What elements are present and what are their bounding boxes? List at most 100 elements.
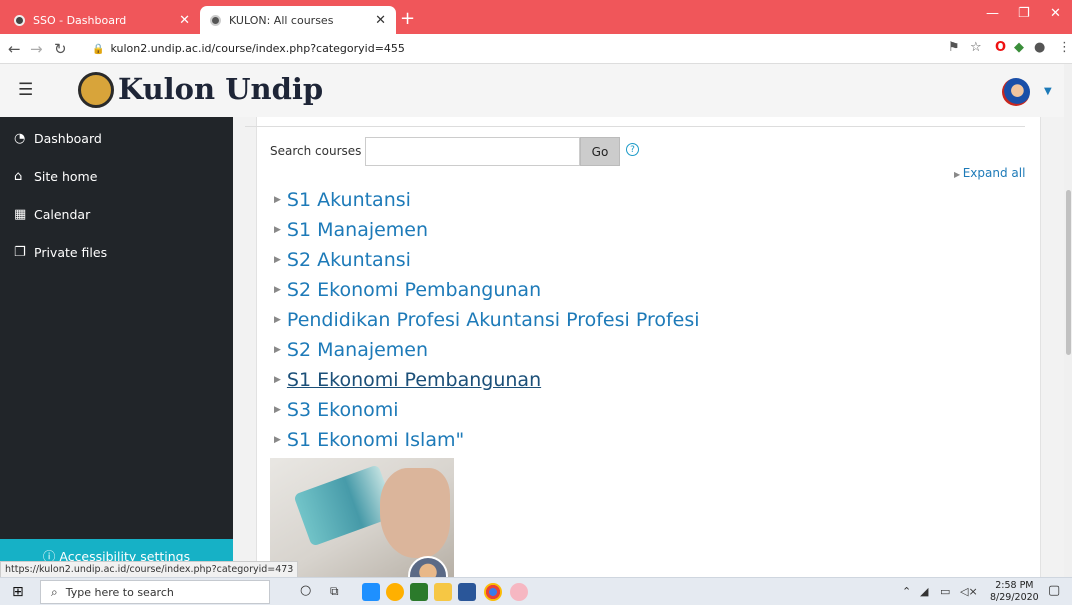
category-link[interactable]: S3 Ekonomi: [287, 399, 399, 421]
hamburger-menu-icon[interactable]: ☰: [18, 80, 33, 100]
chevron-up-icon[interactable]: ⌃: [902, 585, 911, 598]
sidebar-item-label: Dashboard: [34, 131, 102, 146]
home-icon: ⌂: [14, 169, 23, 184]
address-bar: ← → ↻ 🔒 kulon2.undip.ac.id/course/index.p…: [0, 34, 1072, 64]
user-avatar[interactable]: [1002, 78, 1030, 106]
triangle-right-icon[interactable]: ▶: [274, 225, 281, 235]
sidebar-item-label: Calendar: [34, 207, 91, 222]
snip-tool-icon[interactable]: [510, 583, 528, 601]
tab-title: KULON: All courses: [229, 13, 334, 27]
url-text: kulon2.undip.ac.id/course/index.php?cate…: [110, 42, 405, 55]
category-item[interactable]: ▶ S3 Ekonomi: [274, 396, 399, 424]
scrollbar-thumb[interactable]: [1066, 190, 1071, 355]
clock-date: 8/29/2020: [990, 592, 1039, 603]
network-icon[interactable]: ◢: [920, 585, 928, 598]
category-link[interactable]: Pendidikan Profesi Akuntansi Profesi Pro…: [287, 309, 700, 331]
search-courses-input[interactable]: [365, 137, 580, 166]
category-link[interactable]: S1 Ekonomi Pembangunan: [287, 369, 541, 391]
category-link[interactable]: S1 Ekonomi Islam": [287, 429, 464, 451]
chrome-icon[interactable]: [484, 583, 502, 601]
content-top-border: [245, 117, 1025, 127]
triangle-right-icon[interactable]: ▶: [274, 435, 281, 445]
category-item[interactable]: ▶ Pendidikan Profesi Akuntansi Profesi Pr…: [274, 306, 700, 334]
lock-icon: 🔒: [92, 44, 105, 55]
category-item[interactable]: ▶ S1 Akuntansi: [274, 186, 411, 214]
hand-illustration: [380, 468, 450, 558]
taskbar-clock[interactable]: 2:58 PM 8/29/2020: [990, 580, 1039, 604]
go-button[interactable]: Go: [580, 137, 620, 166]
category-item[interactable]: ▶ S1 Ekonomi Islam": [274, 426, 464, 454]
sidebar-item-dashboard[interactable]: ◔ Dashboard: [14, 131, 102, 146]
category-item[interactable]: ▶ S1 Manajemen: [274, 216, 428, 244]
taskbar-search-box[interactable]: ⌕ Type here to search: [40, 580, 270, 604]
triangle-right-icon[interactable]: ▶: [274, 315, 281, 325]
url-field[interactable]: 🔒 kulon2.undip.ac.id/course/index.php?cat…: [92, 42, 405, 55]
bookmark-star-icon[interactable]: ☆: [970, 40, 982, 55]
notification-icon[interactable]: ▢: [1048, 583, 1060, 598]
task-view-icon[interactable]: ⧉: [330, 584, 339, 599]
category-link[interactable]: S2 Akuntansi: [287, 249, 411, 271]
restore-icon[interactable]: ❐: [1018, 6, 1030, 21]
folder-icon[interactable]: [386, 583, 404, 601]
browser-tab-bar: SSO - Dashboard ✕ KULON: All courses ✕ +…: [0, 0, 1072, 34]
reload-icon[interactable]: ↻: [54, 40, 67, 58]
category-link[interactable]: S1 Manajemen: [287, 219, 428, 241]
extension-icon[interactable]: ◆: [1014, 40, 1024, 55]
brand-title[interactable]: Kulon Undip: [118, 72, 323, 106]
back-icon[interactable]: ←: [8, 40, 21, 58]
category-item[interactable]: ▶ S2 Akuntansi: [274, 246, 411, 274]
sidebar: ◔ Dashboard ⌂ Site home ▦ Calendar ❐ Pri…: [0, 117, 233, 577]
close-window-icon[interactable]: ✕: [1050, 6, 1061, 21]
sidebar-item-calendar[interactable]: ▦ Calendar: [14, 207, 90, 222]
triangle-right-icon[interactable]: ▶: [274, 375, 281, 385]
category-item[interactable]: ▶ S2 Ekonomi Pembangunan: [274, 276, 541, 304]
triangle-right-icon[interactable]: ▶: [274, 255, 281, 265]
category-link[interactable]: S2 Ekonomi Pembangunan: [287, 279, 541, 301]
minimize-icon[interactable]: —: [986, 6, 999, 21]
close-tab-icon[interactable]: ✕: [375, 13, 386, 28]
sidebar-item-label: Site home: [34, 169, 98, 184]
windows-start-icon[interactable]: ⊞: [12, 584, 24, 600]
chevron-down-icon[interactable]: ▼: [1044, 86, 1052, 97]
undip-logo[interactable]: [78, 72, 114, 108]
triangle-right-icon: ▶: [954, 170, 963, 179]
category-link[interactable]: S2 Manajemen: [287, 339, 428, 361]
triangle-right-icon[interactable]: ▶: [274, 345, 281, 355]
sidebar-item-private-files[interactable]: ❐ Private files: [14, 245, 107, 260]
cortana-icon[interactable]: ○: [300, 583, 311, 598]
category-item[interactable]: ▶ S1 Ekonomi Pembangunan: [274, 366, 541, 394]
triangle-right-icon[interactable]: ▶: [274, 285, 281, 295]
profile-icon[interactable]: ●: [1034, 40, 1045, 55]
calculator-icon[interactable]: [362, 583, 380, 601]
sidebar-item-site-home[interactable]: ⌂ Site home: [14, 169, 97, 184]
category-item[interactable]: ▶ S2 Manajemen: [274, 336, 428, 364]
word-icon[interactable]: [458, 583, 476, 601]
tab-favicon: [210, 14, 221, 26]
new-tab-button[interactable]: +: [400, 8, 415, 29]
triangle-right-icon[interactable]: ▶: [274, 195, 281, 205]
category-link[interactable]: S1 Akuntansi: [287, 189, 411, 211]
tab-kulon-all-courses[interactable]: KULON: All courses ✕: [200, 6, 396, 34]
translate-icon[interactable]: ⚑: [948, 40, 960, 55]
battery-icon[interactable]: ▭: [940, 585, 950, 598]
expand-all-link[interactable]: ▶ Expand all: [954, 166, 1025, 180]
teacher-avatar[interactable]: [408, 556, 448, 577]
close-tab-icon[interactable]: ✕: [179, 13, 190, 28]
tab-favicon: [14, 14, 25, 26]
volume-icon[interactable]: ◁×: [960, 585, 978, 598]
triangle-right-icon[interactable]: ▶: [274, 405, 281, 415]
excel-icon[interactable]: [410, 583, 428, 601]
tab-sso-dashboard[interactable]: SSO - Dashboard ✕: [4, 6, 200, 34]
tab-title: SSO - Dashboard: [33, 13, 127, 27]
menu-icon[interactable]: ⋮: [1058, 40, 1071, 55]
course-image[interactable]: [270, 458, 454, 577]
windows-taskbar: ⊞ ⌕ Type here to search ○ ⧉ ⌃ ◢ ▭ ◁× 2:5…: [0, 577, 1072, 605]
file-explorer-icon[interactable]: [434, 583, 452, 601]
expand-all-label: Expand all: [962, 166, 1026, 180]
link-status-url: https://kulon2.undip.ac.id/course/index.…: [0, 561, 299, 578]
help-icon[interactable]: ?: [626, 143, 639, 156]
search-icon: ⌕: [51, 584, 58, 599]
opera-icon[interactable]: O: [995, 40, 1006, 55]
calendar-icon: ▦: [14, 207, 27, 222]
forward-icon[interactable]: →: [30, 40, 43, 58]
